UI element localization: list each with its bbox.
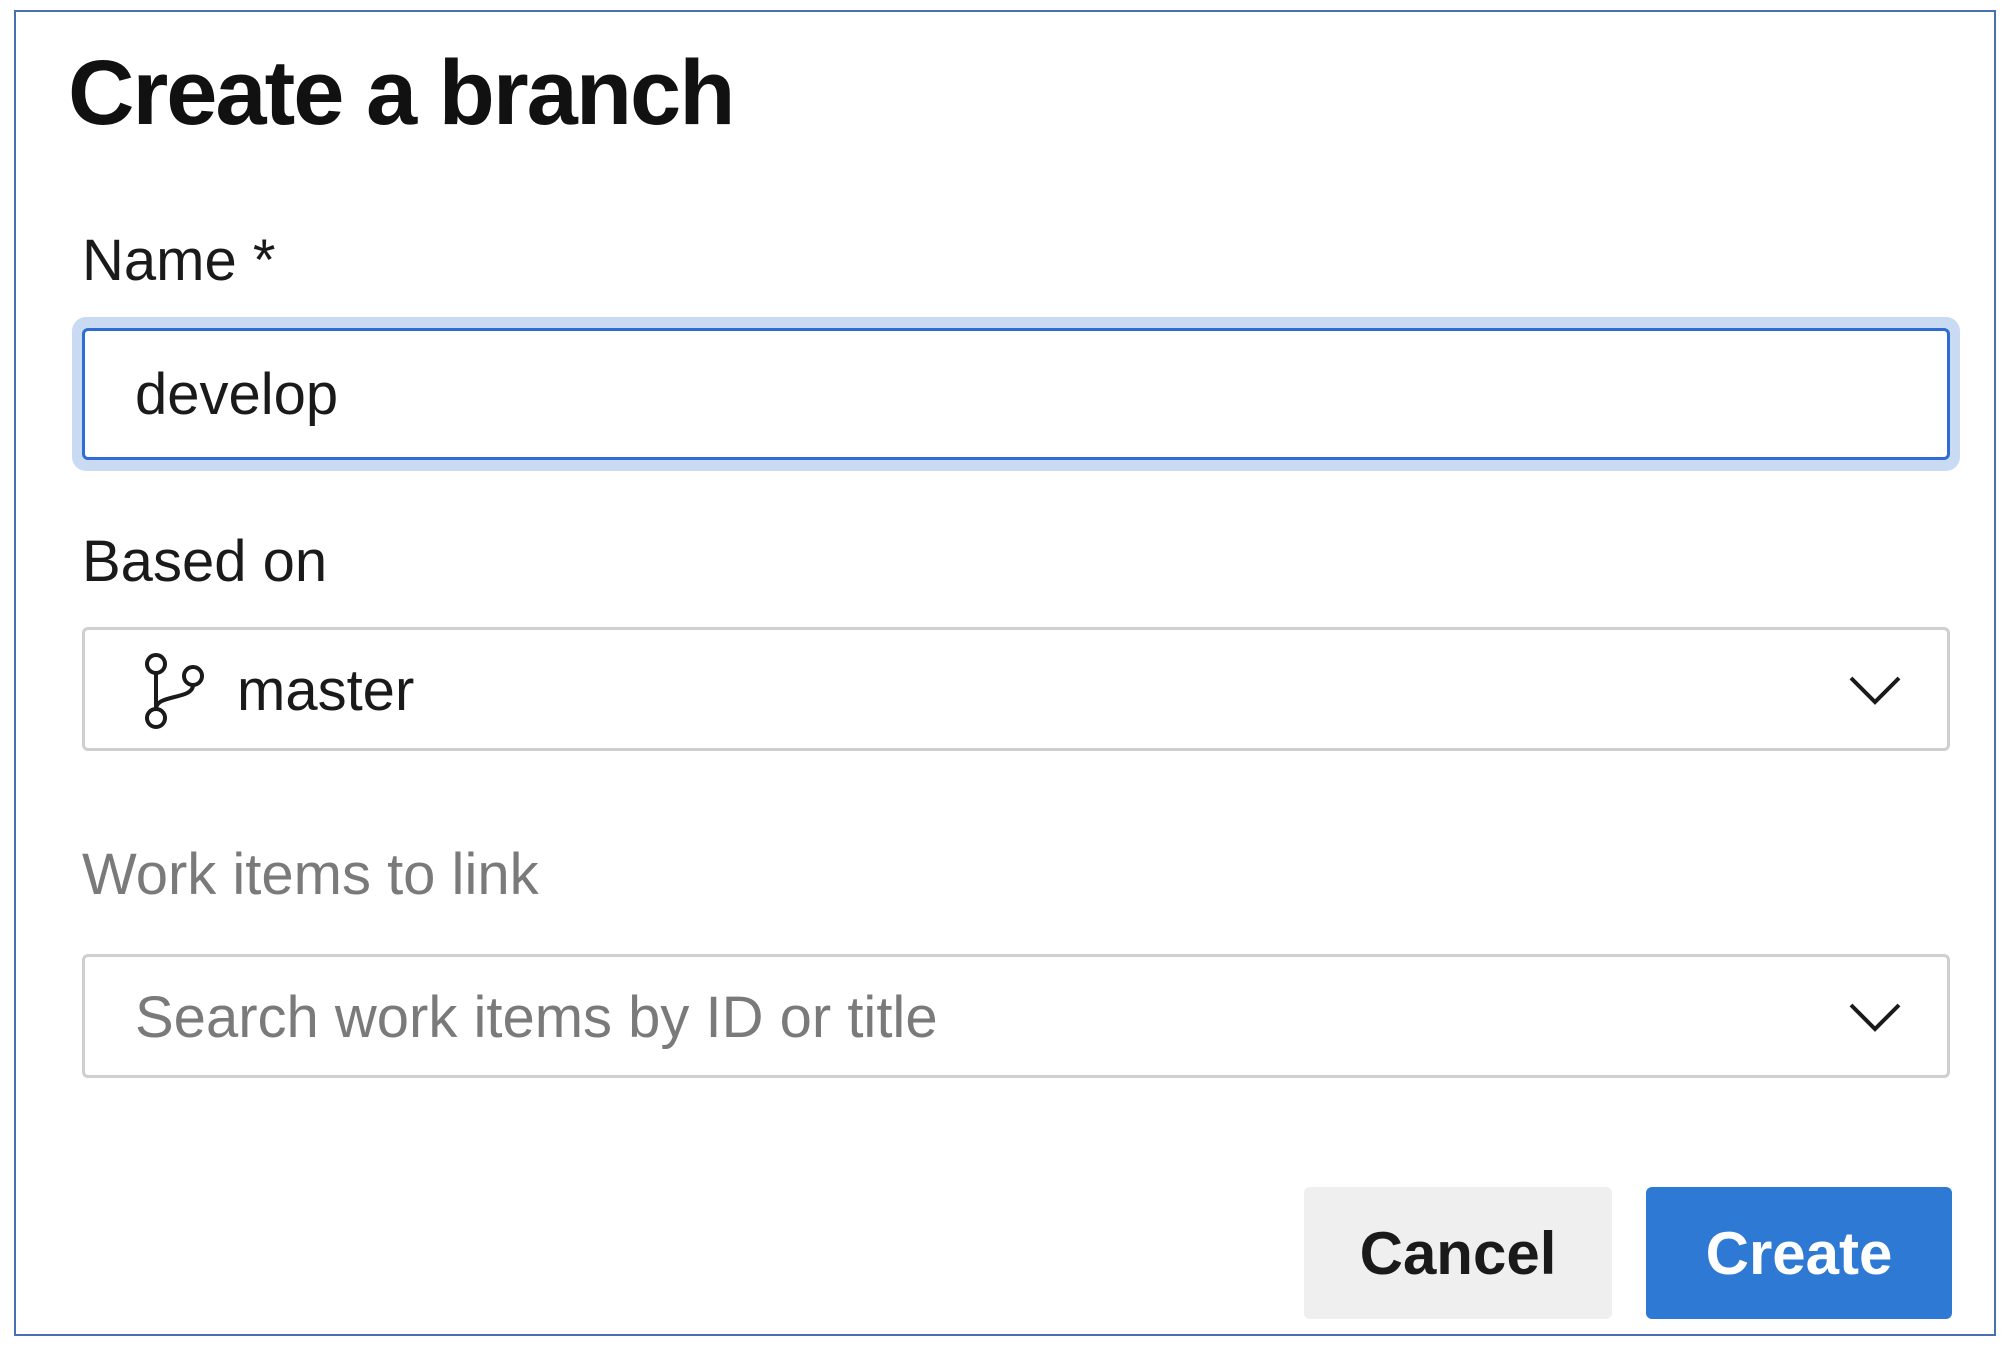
based-on-label: Based on xyxy=(82,529,328,594)
branch-icon xyxy=(145,653,204,729)
based-on-value: master xyxy=(237,658,415,723)
create-branch-dialog: Create a branch Name * Based on master W… xyxy=(14,10,1996,1336)
cancel-button[interactable]: Cancel xyxy=(1304,1187,1612,1319)
chevron-down-icon xyxy=(1849,676,1901,705)
work-items-label: Work items to link xyxy=(82,842,539,907)
dialog-title: Create a branch xyxy=(68,42,735,144)
chevron-down-icon xyxy=(1849,1003,1901,1032)
name-label: Name * xyxy=(82,228,276,293)
work-items-select[interactable]: Search work items by ID or title xyxy=(82,954,1950,1078)
based-on-select[interactable]: master xyxy=(82,627,1950,751)
create-button[interactable]: Create xyxy=(1646,1187,1952,1319)
branch-name-input[interactable] xyxy=(82,328,1950,460)
work-items-placeholder: Search work items by ID or title xyxy=(135,985,938,1050)
